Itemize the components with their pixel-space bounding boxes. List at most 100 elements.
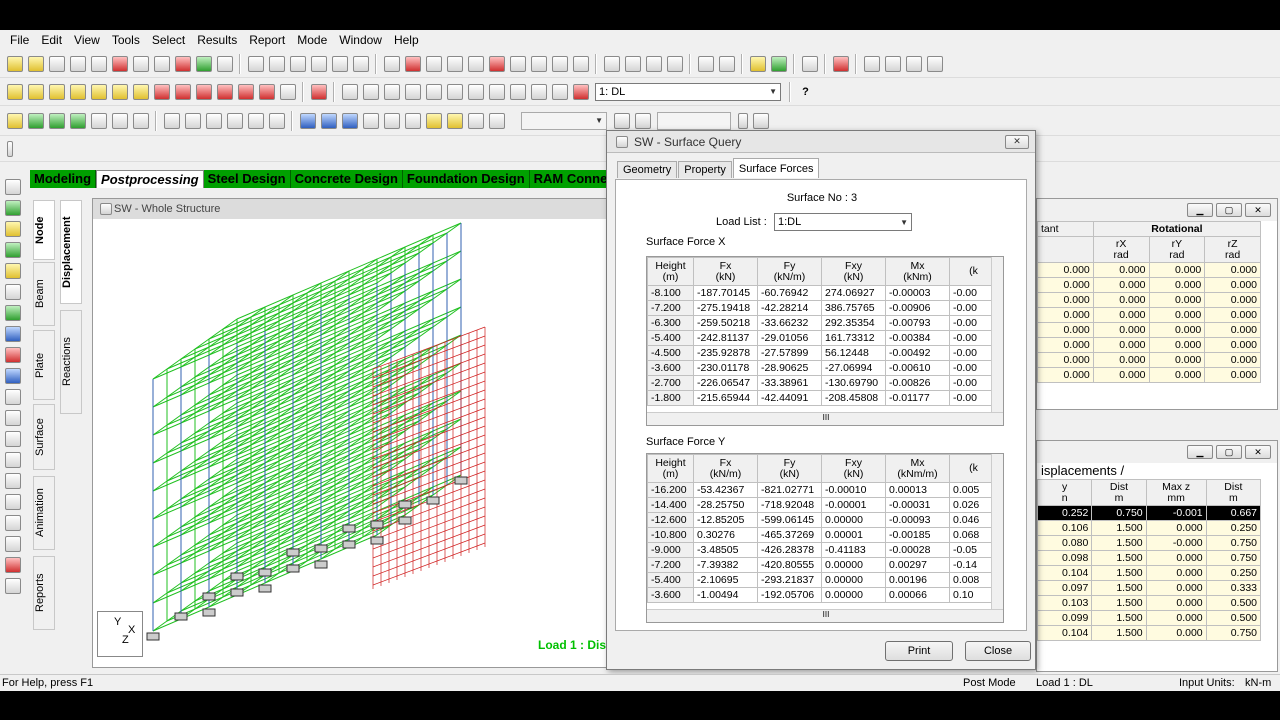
table-row[interactable]: -7.200 -275.19418 -42.28214 386.75765 -0.009…	[647, 300, 998, 316]
rotational-table[interactable]: tant Rotational rX rad rY rad rZ rad 0.000 0.000 0…	[1037, 221, 1262, 383]
support-icon[interactable]	[205, 112, 222, 129]
structure-canvas[interactable]	[93, 219, 611, 667]
table-cell[interactable]: -12.85205	[693, 512, 758, 528]
table-cell[interactable]: -0.00610	[885, 360, 950, 376]
labels-icon[interactable]	[551, 83, 568, 100]
table-cell[interactable]: -28.90625	[757, 360, 822, 376]
select-geometry-icon[interactable]	[5, 305, 21, 321]
tool2-icon[interactable]	[509, 55, 526, 72]
zoom-in-icon[interactable]	[383, 83, 400, 100]
column-header[interactable]: Fy (kN/m)	[757, 257, 822, 286]
table-cell[interactable]: 0.104	[1036, 565, 1093, 581]
table-cell[interactable]: 0.750	[1205, 625, 1262, 641]
table-cell[interactable]: 0.00000	[821, 512, 886, 528]
table-cell[interactable]: -465.37269	[757, 527, 822, 543]
table-cell[interactable]: -0.01177	[885, 390, 950, 406]
table-cell[interactable]: 0.000	[1092, 292, 1150, 308]
dialog-tab-property[interactable]: Property	[678, 161, 732, 178]
scrollbar-vertical[interactable]	[991, 454, 1003, 610]
table-cell[interactable]: 1.500	[1091, 550, 1147, 566]
table-cell[interactable]: 0.000	[1092, 352, 1150, 368]
table-cell[interactable]: 274.06927	[821, 285, 886, 301]
select-icon[interactable]	[195, 55, 212, 72]
table-row[interactable]: -2.700 -226.06547 -33.38961 -130.69790 -0.00…	[647, 375, 998, 391]
table-cell[interactable]: -29.01056	[757, 330, 822, 346]
menu-select[interactable]: Select	[146, 33, 191, 47]
delete-icon[interactable]	[111, 55, 128, 72]
table-cell[interactable]: -426.28378	[757, 542, 822, 558]
table-cell[interactable]: -275.19418	[693, 300, 758, 316]
row-header[interactable]: -16.200	[647, 482, 694, 498]
table-row[interactable]: -3.600 -1.00494 -192.05706 0.00000 0.00066 0.…	[647, 587, 998, 603]
row-header[interactable]: -9.000	[647, 542, 694, 558]
contour-icon[interactable]	[425, 112, 442, 129]
release-icon[interactable]	[226, 112, 243, 129]
zoom-dynamic-icon[interactable]	[362, 83, 379, 100]
table-cell[interactable]: -235.92878	[693, 345, 758, 361]
menu-report[interactable]: Report	[243, 33, 291, 47]
deflection-icon[interactable]	[404, 112, 421, 129]
table-row[interactable]: 0.000 0.000 0.000 0.000	[1037, 307, 1261, 323]
vtab-surface[interactable]: Surface	[33, 404, 55, 470]
column-header[interactable]: Fx (kN)	[693, 257, 758, 286]
close-button[interactable]: ✕	[1245, 203, 1271, 217]
torsion-icon[interactable]	[362, 112, 379, 129]
table-cell[interactable]: -1.00494	[693, 587, 758, 603]
table-cell[interactable]: 0.000	[1145, 550, 1207, 566]
table-cell[interactable]: -0.00003	[885, 285, 950, 301]
table-cell[interactable]: 0.000	[1037, 292, 1094, 308]
select-beam-icon[interactable]	[5, 221, 21, 237]
property-icon[interactable]	[749, 55, 766, 72]
rotate-down-icon[interactable]	[174, 83, 191, 100]
paste-icon[interactable]	[90, 55, 107, 72]
table-row[interactable]: -16.200 -53.42367 -821.02771 -0.00010 0.0001…	[647, 482, 998, 498]
camera-icon[interactable]	[310, 55, 327, 72]
table-cell[interactable]: 1.500	[1091, 595, 1147, 611]
column-header[interactable]: Fx (kN/m)	[693, 454, 758, 483]
picture-icon[interactable]	[331, 55, 348, 72]
node-results-icon[interactable]	[90, 112, 107, 129]
table-cell[interactable]: 0.000	[1037, 322, 1094, 338]
table-cell[interactable]: -0.00793	[885, 315, 950, 331]
vtab-reports[interactable]: Reports	[33, 556, 55, 630]
ram-icon[interactable]	[832, 55, 849, 72]
menu-tools[interactable]: Tools	[106, 33, 146, 47]
table-cell[interactable]: 0.000	[1092, 337, 1150, 353]
tab-displacements[interactable]: isplacements /	[1037, 463, 1277, 479]
column-header[interactable]: yn	[1036, 479, 1093, 506]
table-row[interactable]: -7.200 -7.39382 -420.80555 0.00000 0.00297 -0…	[647, 557, 998, 573]
shear-icon[interactable]	[320, 112, 337, 129]
table-cell[interactable]: 0.000	[1037, 337, 1094, 353]
table-cell[interactable]: -293.21837	[757, 572, 822, 588]
scale-input[interactable]	[657, 111, 731, 130]
view4-icon[interactable]	[926, 55, 943, 72]
table-cell[interactable]: -27.57899	[757, 345, 822, 361]
info-icon[interactable]	[634, 112, 651, 129]
table-cell[interactable]: -2.10695	[693, 572, 758, 588]
table-cell[interactable]: -821.02771	[757, 482, 822, 498]
run-analysis-icon[interactable]	[174, 55, 191, 72]
zoom-all-icon[interactable]	[425, 83, 442, 100]
table-row[interactable]: 0.097 1.500 0.000 0.333	[1036, 580, 1262, 596]
column-header[interactable]: Fxy (kN)	[821, 257, 886, 286]
help-cursor-icon[interactable]	[467, 55, 484, 72]
table-cell[interactable]: 0.104	[1036, 625, 1093, 641]
scrollbar-horizontal[interactable]: III	[647, 412, 1003, 425]
table-cell[interactable]: 0.099	[1036, 610, 1093, 626]
plate-tool-icon[interactable]	[5, 431, 21, 447]
table-cell[interactable]: 0.000	[1204, 277, 1261, 293]
grid-icon[interactable]	[111, 112, 128, 129]
section-cut-icon[interactable]	[467, 112, 484, 129]
table-cell[interactable]: 0.00000	[821, 557, 886, 573]
zoom-next-icon[interactable]	[467, 83, 484, 100]
row-header[interactable]: -4.500	[647, 345, 694, 361]
vtab-reactions[interactable]: Reactions	[60, 310, 82, 414]
table-cell[interactable]: 0.000	[1037, 307, 1094, 323]
table-cell[interactable]: 0.000	[1092, 322, 1150, 338]
scrollbar-horizontal[interactable]: III	[647, 609, 1003, 622]
move-icon[interactable]	[5, 389, 21, 405]
row-header[interactable]: -5.400	[647, 330, 694, 346]
rotate-right-icon[interactable]	[216, 83, 233, 100]
plate-icon[interactable]	[48, 112, 65, 129]
table-cell[interactable]: 0.000	[1148, 292, 1206, 308]
